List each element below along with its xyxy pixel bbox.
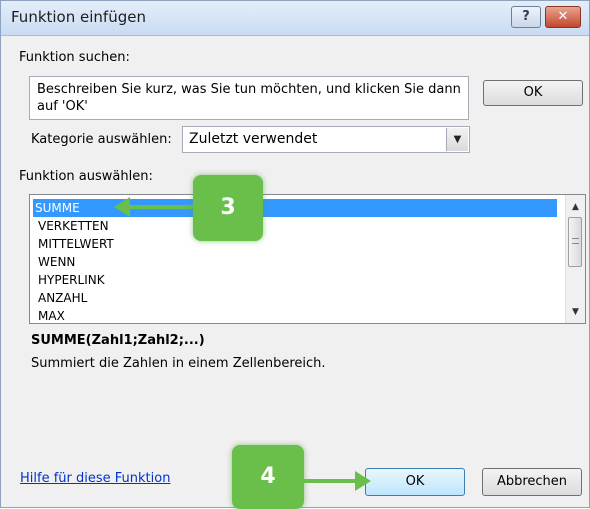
help-icon: ? — [522, 9, 530, 24]
list-item[interactable]: HYPERLINK — [36, 271, 554, 289]
search-text: Beschreiben Sie kurz, was Sie tun möchte… — [37, 82, 461, 114]
category-value: Zuletzt verwendet — [189, 131, 318, 147]
search-label: Funktion suchen: — [19, 50, 130, 65]
function-description: Summiert die Zahlen in einem Zellenberei… — [31, 356, 326, 371]
chevron-down-icon[interactable]: ▼ — [446, 128, 468, 151]
title-bar: Funktion einfügen ? ✕ — [1, 1, 589, 36]
list-item[interactable]: WENN — [36, 253, 554, 271]
scroll-down-icon[interactable]: ▼ — [566, 304, 585, 321]
function-listbox[interactable]: SUMME VERKETTEN MITTELWERT WENN HYPERLIN… — [29, 194, 586, 324]
list-item[interactable]: MAX — [36, 307, 554, 323]
list-item[interactable]: MITTELWERT — [36, 235, 554, 253]
insert-function-dialog: Funktion einfügen ? ✕ Funktion suchen: B… — [0, 0, 590, 509]
list-item[interactable]: VERKETTEN — [36, 217, 554, 235]
annotation-arrow-3 — [128, 205, 194, 209]
category-select[interactable]: Zuletzt verwendet ▼ — [182, 126, 470, 153]
search-ok-button[interactable]: OK — [483, 80, 583, 106]
search-input[interactable]: Beschreiben Sie kurz, was Sie tun möchte… — [29, 76, 469, 120]
help-button[interactable]: ? — [511, 6, 541, 28]
list-item[interactable]: ANZAHL — [36, 289, 554, 307]
ok-button[interactable]: OK — [365, 468, 465, 496]
ok-label: OK — [405, 474, 425, 489]
cancel-button[interactable]: Abbrechen — [482, 468, 582, 496]
scroll-up-icon[interactable]: ▲ — [566, 199, 585, 216]
window-title: Funktion einfügen — [11, 8, 146, 26]
close-icon: ✕ — [557, 9, 569, 24]
scroll-thumb[interactable] — [568, 217, 582, 267]
function-signature: SUMME(Zahl1;Zahl2;...) — [31, 333, 205, 348]
step-4-badge: 4 — [232, 445, 304, 509]
search-ok-label: OK — [523, 85, 543, 100]
annotation-arrow-4 — [303, 479, 357, 483]
arrow-right-icon — [355, 471, 371, 491]
step-3-badge: 3 — [193, 175, 263, 241]
close-button[interactable]: ✕ — [545, 6, 581, 28]
function-list-label: Funktion auswählen: — [19, 169, 153, 184]
list-scrollbar[interactable]: ▲ ▼ — [565, 195, 585, 323]
help-link[interactable]: Hilfe für diese Funktion — [20, 471, 170, 486]
list-item[interactable]: SUMME — [33, 199, 557, 217]
cancel-label: Abbrechen — [496, 474, 568, 489]
category-label: Kategorie auswählen: — [31, 132, 172, 147]
